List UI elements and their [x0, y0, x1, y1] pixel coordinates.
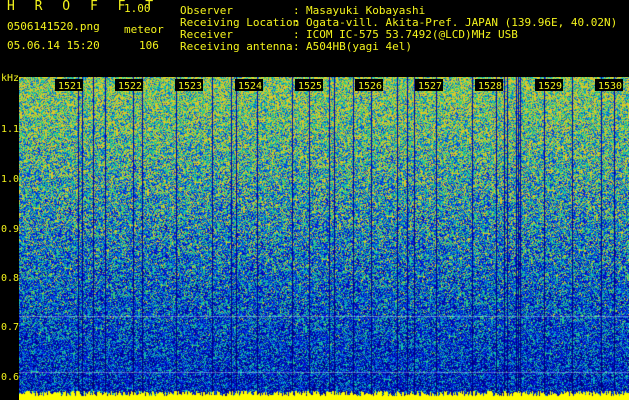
minute-label: 1527 [418, 81, 442, 92]
y-tick-label: 0.8 [1, 273, 20, 284]
info-label-antenna: Receiving antenna [180, 40, 293, 53]
spectrogram-canvas [19, 77, 629, 400]
minute-labels: 1521 1522 1523 1524 1525 1526 1527 1528 1529 1530 [55, 79, 623, 92]
y-tick-label: 1.1 [1, 124, 20, 135]
date-time: 05.06.14 15:20 [7, 39, 100, 52]
meteor-count: 106 [139, 39, 159, 52]
y-tick-label: 0.7 [1, 322, 20, 333]
minute-label: 1521 [58, 81, 82, 92]
minute-label: 1522 [118, 81, 142, 92]
minute-label: 1530 [598, 81, 622, 92]
y-tick-label: 0.6 [1, 372, 20, 383]
minute-label: 1525 [298, 81, 322, 92]
minute-label: 1526 [358, 81, 382, 92]
app-version: 1.00 [124, 2, 151, 15]
minute-label: 1528 [478, 81, 502, 92]
minute-label: 1524 [238, 81, 262, 92]
minute-label: 1523 [178, 81, 202, 92]
frequency-axis: kHz 1.1 1.0 0.9 0.8 0.7 0.6 [0, 0, 20, 400]
file-name: 0506141520.png [7, 20, 100, 33]
info-sep: : [293, 40, 300, 53]
mode-label: meteor [124, 23, 164, 36]
y-tick-label: 0.9 [1, 224, 20, 235]
minute-label: 1529 [538, 81, 562, 92]
y-tick-label: 1.0 [1, 174, 20, 185]
info-value-antenna: A504HB(yagi 4el) [306, 40, 412, 53]
